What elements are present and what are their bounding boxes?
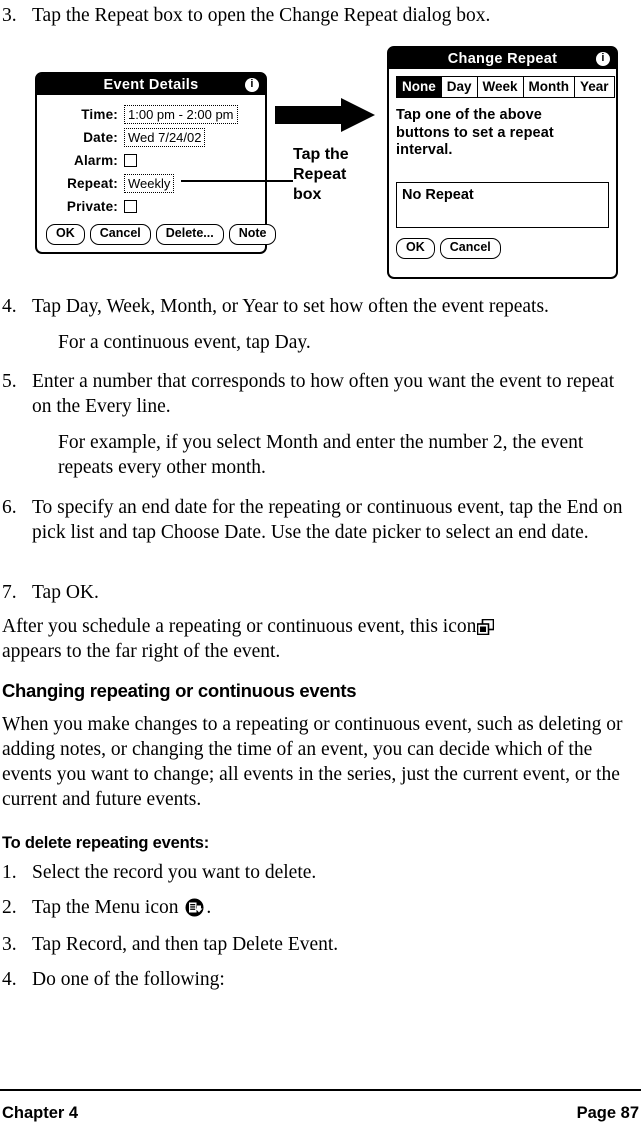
note-button[interactable]: Note <box>228 224 277 245</box>
change-repeat-instruction: Tap one of the above buttons to set a re… <box>396 107 554 158</box>
change-repeat-titlebar: Change Repeat i <box>389 48 616 69</box>
delete-step-2-number: 2. <box>2 897 17 918</box>
delete-step-1-number: 1. <box>2 862 17 883</box>
event-details-fields: Time: 1:00 pm - 2:00 pm Date: Wed 7/24/0… <box>44 103 258 217</box>
repeat-summary-value: No Repeat <box>402 186 474 203</box>
step-5-text: Enter a number that corresponds to how o… <box>32 371 615 417</box>
field-value-date[interactable]: Wed 7/24/02 <box>124 127 206 147</box>
callout-line-2: Repeat <box>293 166 347 183</box>
repeat-icon-note: After you schedule a repeating or contin… <box>2 614 638 664</box>
event-details-titlebar: Event Details i <box>37 74 265 95</box>
footer-divider <box>0 1089 641 1091</box>
callout-tap-the-repeat-box: Tap the Repeat box <box>293 145 383 205</box>
field-row-time: Time: 1:00 pm - 2:00 pm <box>44 103 258 125</box>
step-7: 7. Tap OK. <box>2 580 638 605</box>
subheading-to-delete: To delete repeating events: <box>2 834 210 852</box>
menu-icon <box>185 898 204 917</box>
step-3: 3. Tap the Repeat box to open the Change… <box>2 3 632 28</box>
delete-step-1-text: Select the record you want to delete. <box>32 862 317 883</box>
cancel-button[interactable]: Cancel <box>439 237 501 259</box>
field-label-date: Date: <box>83 129 118 145</box>
change-repeat-buttons: OK Cancel <box>396 237 609 259</box>
tab-day[interactable]: Day <box>441 77 478 97</box>
event-details-dialog: Event Details i Time: 1:00 pm - 2:00 pm … <box>35 72 277 254</box>
change-repeat-title: Change Repeat <box>447 50 558 67</box>
repeat-icon <box>477 617 495 636</box>
step-4: 4. Tap Day, Week, Month, or Year to set … <box>2 294 638 319</box>
repeat-icon-note-before: After you schedule a repeating or contin… <box>2 616 477 637</box>
delete-step-1: 1. Select the record you want to delete. <box>2 860 638 885</box>
private-checkbox[interactable] <box>124 199 137 213</box>
field-row-date: Date: Wed 7/24/02 <box>44 126 258 148</box>
step-5: 5. Enter a number that corresponds to ho… <box>2 369 638 419</box>
event-details-buttons: OK Cancel Delete... Note <box>44 224 277 245</box>
field-value-time[interactable]: 1:00 pm - 2:00 pm <box>124 104 238 124</box>
change-repeat-dialog: Change Repeat i None Day Week Month Year… <box>387 46 618 279</box>
repeat-interval-tabs: None Day Week Month Year <box>396 76 615 98</box>
event-details-title: Event Details <box>103 76 199 93</box>
delete-step-2-text-before: Tap the Menu icon <box>32 897 179 918</box>
delete-step-3: 3. Tap Record, and then tap Delete Event… <box>2 932 638 957</box>
field-row-alarm: Alarm: <box>44 149 258 171</box>
field-row-repeat: Repeat: Weekly <box>44 172 258 194</box>
tab-none[interactable]: None <box>397 77 442 97</box>
field-label-private: Private: <box>66 198 118 214</box>
footer-chapter: Chapter 4 <box>2 1104 79 1122</box>
field-label-repeat: Repeat: <box>67 175 118 191</box>
delete-step-4-number: 4. <box>2 969 17 990</box>
delete-step-2-text: Tap the Menu icon . <box>32 895 638 920</box>
callout-leader-line <box>181 180 293 182</box>
step-4-text: Tap Day, Week, Month, or Year to set how… <box>32 296 549 317</box>
repeat-icon-note-after: appears to the far right of the event. <box>2 641 281 662</box>
step-3-text: Tap the Repeat box to open the Change Re… <box>32 5 491 26</box>
field-label-alarm: Alarm: <box>74 152 118 168</box>
callout-line-3: box <box>293 186 322 203</box>
cancel-button[interactable]: Cancel <box>89 224 151 245</box>
changing-body-paragraph: When you make changes to a repeating or … <box>2 714 623 810</box>
delete-step-3-number: 3. <box>2 934 17 955</box>
step-6: 6. To specify an end date for the repeat… <box>2 495 638 545</box>
field-value-repeat[interactable]: Weekly <box>124 173 175 193</box>
step-6-number: 6. <box>2 497 17 518</box>
delete-step-4: 4. Do one of the following: <box>2 967 638 992</box>
delete-step-2: 2. Tap the Menu icon . <box>2 895 638 920</box>
tab-month[interactable]: Month <box>523 77 576 97</box>
change-repeat-body: None Day Week Month Year Tap one of the … <box>389 69 616 265</box>
callout-line-1: Tap the <box>293 146 349 163</box>
step-5-number: 5. <box>2 371 17 392</box>
delete-step-3-text: Tap Record, and then tap Delete Event. <box>32 934 339 955</box>
step-7-text: Tap OK. <box>32 582 99 603</box>
step-6-text: To specify an end date for the repeating… <box>32 497 623 543</box>
event-details-body: Time: 1:00 pm - 2:00 pm Date: Wed 7/24/0… <box>37 95 277 251</box>
step-3-number: 3. <box>2 5 17 26</box>
field-label-time: Time: <box>81 106 118 122</box>
tab-week[interactable]: Week <box>477 77 524 97</box>
step-4-subtext: For a continuous event, tap Day. <box>58 332 311 353</box>
delete-button[interactable]: Delete... <box>155 224 224 245</box>
ok-button[interactable]: OK <box>46 224 85 245</box>
info-icon[interactable]: i <box>245 77 259 92</box>
alarm-checkbox[interactable] <box>124 153 137 167</box>
field-row-private: Private: <box>44 195 258 217</box>
delete-step-4-text: Do one of the following: <box>32 969 225 990</box>
section-heading-changing: Changing repeating or continuous events <box>2 680 357 701</box>
delete-step-2-text-after: . <box>206 897 212 918</box>
ok-button[interactable]: OK <box>396 237 435 259</box>
document-page: 3. Tap the Repeat box to open the Change… <box>0 0 641 1131</box>
step-4-number: 4. <box>2 296 17 317</box>
step-7-number: 7. <box>2 582 17 603</box>
tab-year[interactable]: Year <box>575 77 614 97</box>
footer-page-number: Page 87 <box>576 1104 639 1122</box>
step-5-subtext: For example, if you select Month and ent… <box>58 432 584 478</box>
repeat-summary-box: No Repeat <box>396 181 609 228</box>
right-arrow-icon <box>275 98 375 132</box>
info-icon[interactable]: i <box>596 51 610 66</box>
